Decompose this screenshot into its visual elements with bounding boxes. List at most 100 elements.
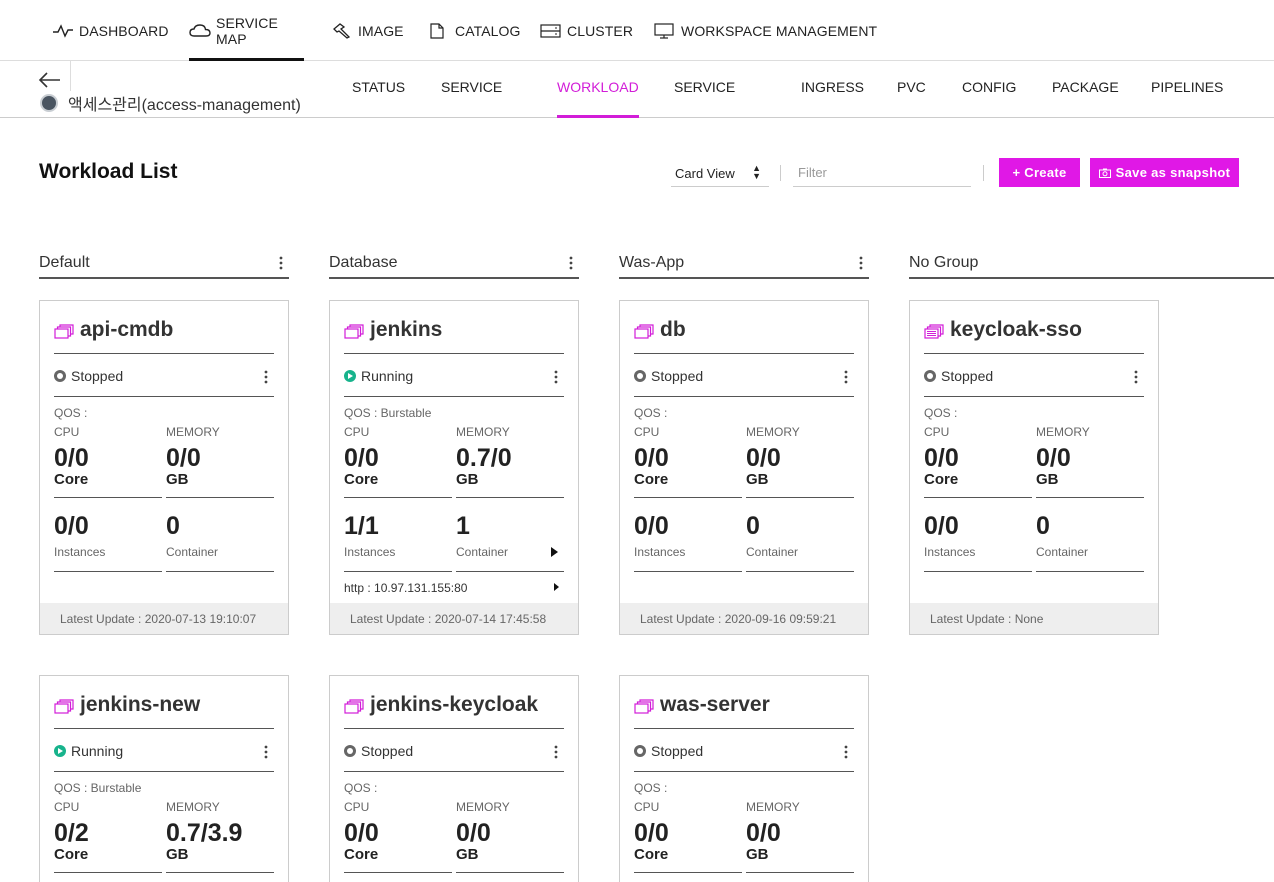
group-name: Was-App bbox=[619, 254, 685, 271]
stopped-status-icon bbox=[54, 369, 66, 382]
instances-value: 0/0 bbox=[634, 512, 669, 540]
workload-stack-icon bbox=[344, 699, 364, 714]
nav-workspace-management[interactable]: WORKSPACE MANAGEMENT bbox=[654, 0, 877, 61]
memory-unit: GB bbox=[456, 471, 479, 488]
back-arrow-icon[interactable] bbox=[38, 67, 62, 91]
nav-service-map[interactable]: SERVICE MAP bbox=[189, 0, 304, 61]
cpu-value: 0/0 bbox=[924, 444, 959, 472]
workload-status: Stopped bbox=[344, 736, 564, 772]
latest-update: Latest Update : 2020-09-16 09:59:21 bbox=[620, 603, 868, 634]
memory-label: MEMORY bbox=[1036, 425, 1090, 439]
divider bbox=[166, 497, 274, 498]
workspace-selector[interactable]: 액세스관리(access-management) bbox=[40, 91, 301, 115]
tab-status[interactable]: STATUS bbox=[352, 79, 405, 118]
workload-stack-icon bbox=[634, 324, 654, 339]
workspace-icon bbox=[40, 94, 58, 112]
nav-cluster[interactable]: CLUSTER bbox=[540, 0, 633, 61]
memory-value: 0/0 bbox=[456, 819, 491, 847]
workload-card[interactable]: jenkins-keycloak Stopped QOS : CPU MEMOR… bbox=[329, 675, 579, 882]
status-label: Stopped bbox=[651, 367, 704, 384]
running-status-icon bbox=[54, 744, 66, 757]
service-url[interactable]: http : 10.97.131.155:80 bbox=[344, 581, 467, 595]
workload-card[interactable]: keycloak-sso Stopped QOS : CPU MEMORY 0/… bbox=[909, 300, 1159, 635]
cpu-label: CPU bbox=[924, 425, 950, 439]
kebab-menu-icon[interactable] bbox=[554, 370, 558, 384]
workload-card[interactable]: jenkins-new Running QOS : Burstable CPU … bbox=[39, 675, 289, 882]
kebab-menu-icon[interactable] bbox=[1134, 370, 1138, 384]
tab-pipelines[interactable]: PIPELINES bbox=[1151, 79, 1223, 118]
workload-card[interactable]: db Stopped QOS : CPU MEMORY 0/0 0/0 Core… bbox=[619, 300, 869, 635]
nav-image[interactable]: IMAGE bbox=[331, 0, 404, 61]
kebab-menu-icon[interactable] bbox=[264, 370, 268, 384]
workload-stack-icon bbox=[54, 324, 74, 339]
kebab-menu-icon[interactable] bbox=[569, 256, 573, 270]
workload-name[interactable]: jenkins-new bbox=[80, 693, 200, 717]
instances-value: 1/1 bbox=[344, 512, 379, 540]
tab-service-2[interactable]: SERVICE bbox=[674, 79, 735, 118]
tab-service[interactable]: SERVICE bbox=[441, 79, 502, 118]
filter-input[interactable] bbox=[793, 159, 971, 187]
workload-card[interactable]: was-server Stopped QOS : CPU MEMORY 0/0 … bbox=[619, 675, 869, 882]
divider bbox=[634, 872, 742, 873]
cpu-label: CPU bbox=[344, 800, 370, 814]
workload-name[interactable]: db bbox=[660, 318, 686, 342]
play-arrow-icon[interactable] bbox=[554, 583, 559, 591]
create-button[interactable]: + Create bbox=[999, 158, 1080, 187]
workload-name[interactable]: api-cmdb bbox=[80, 318, 173, 342]
workload-card[interactable]: api-cmdb Stopped QOS : CPU MEMORY 0/0 0/… bbox=[39, 300, 289, 635]
workload-name[interactable]: jenkins bbox=[370, 318, 442, 342]
divider bbox=[924, 571, 1032, 572]
running-status-icon bbox=[344, 369, 356, 382]
qos-label: QOS : bbox=[634, 781, 668, 795]
kebab-menu-icon[interactable] bbox=[279, 256, 283, 270]
nav-label: CATALOG bbox=[455, 22, 521, 39]
view-select[interactable]: Card View ▲ ▼ bbox=[671, 159, 769, 187]
divider bbox=[456, 497, 564, 498]
cpu-value: 0/0 bbox=[54, 444, 89, 472]
memory-label: MEMORY bbox=[746, 425, 800, 439]
cpu-value: 0/0 bbox=[344, 444, 379, 472]
save-snapshot-button[interactable]: Save as snapshot bbox=[1090, 158, 1239, 187]
kebab-menu-icon[interactable] bbox=[264, 745, 268, 759]
memory-unit: GB bbox=[746, 471, 769, 488]
save-snapshot-label: Save as snapshot bbox=[1115, 165, 1231, 180]
workload-name[interactable]: keycloak-sso bbox=[950, 318, 1082, 342]
workload-name[interactable]: was-server bbox=[660, 693, 770, 717]
divider bbox=[344, 571, 452, 572]
status-label: Stopped bbox=[651, 742, 704, 759]
nav-catalog[interactable]: CATALOG bbox=[428, 0, 521, 61]
divider bbox=[344, 872, 452, 873]
memory-value: 0.7/3.9 bbox=[166, 819, 243, 847]
divider bbox=[54, 872, 162, 873]
kebab-menu-icon[interactable] bbox=[844, 370, 848, 384]
divider bbox=[54, 497, 162, 498]
cpu-unit: Core bbox=[634, 471, 669, 488]
group-header-database: Database bbox=[329, 252, 579, 279]
cpu-label: CPU bbox=[634, 425, 660, 439]
divider bbox=[983, 165, 984, 181]
kebab-menu-icon[interactable] bbox=[859, 256, 863, 270]
sub-navigation: 액세스관리(access-management) STATUS SERVICE … bbox=[0, 61, 1274, 118]
play-arrow-icon[interactable] bbox=[551, 547, 558, 557]
memory-unit: GB bbox=[456, 846, 479, 863]
divider bbox=[924, 497, 1032, 498]
group-name: Database bbox=[329, 254, 398, 271]
workload-stack-icon bbox=[54, 699, 74, 714]
tab-ingress[interactable]: INGRESS bbox=[801, 79, 864, 118]
status-label: Running bbox=[71, 742, 124, 759]
tab-workload[interactable]: WORKLOAD bbox=[557, 79, 639, 118]
tab-config[interactable]: CONFIG bbox=[962, 79, 1016, 118]
divider bbox=[456, 872, 564, 873]
kebab-menu-icon[interactable] bbox=[844, 745, 848, 759]
workload-card[interactable]: jenkins Running QOS : Burstable CPU MEMO… bbox=[329, 300, 579, 635]
nav-dashboard[interactable]: DASHBOARD bbox=[52, 0, 169, 61]
instances-label: Instances bbox=[54, 545, 106, 559]
memory-value: 0/0 bbox=[1036, 444, 1071, 472]
card-header: jenkins-new bbox=[54, 693, 274, 729]
tab-pvc[interactable]: PVC bbox=[897, 79, 926, 118]
cpu-unit: Core bbox=[924, 471, 959, 488]
kebab-menu-icon[interactable] bbox=[554, 745, 558, 759]
tab-package[interactable]: PACKAGE bbox=[1052, 79, 1119, 118]
divider bbox=[746, 571, 854, 572]
workload-name[interactable]: jenkins-keycloak bbox=[370, 693, 538, 717]
